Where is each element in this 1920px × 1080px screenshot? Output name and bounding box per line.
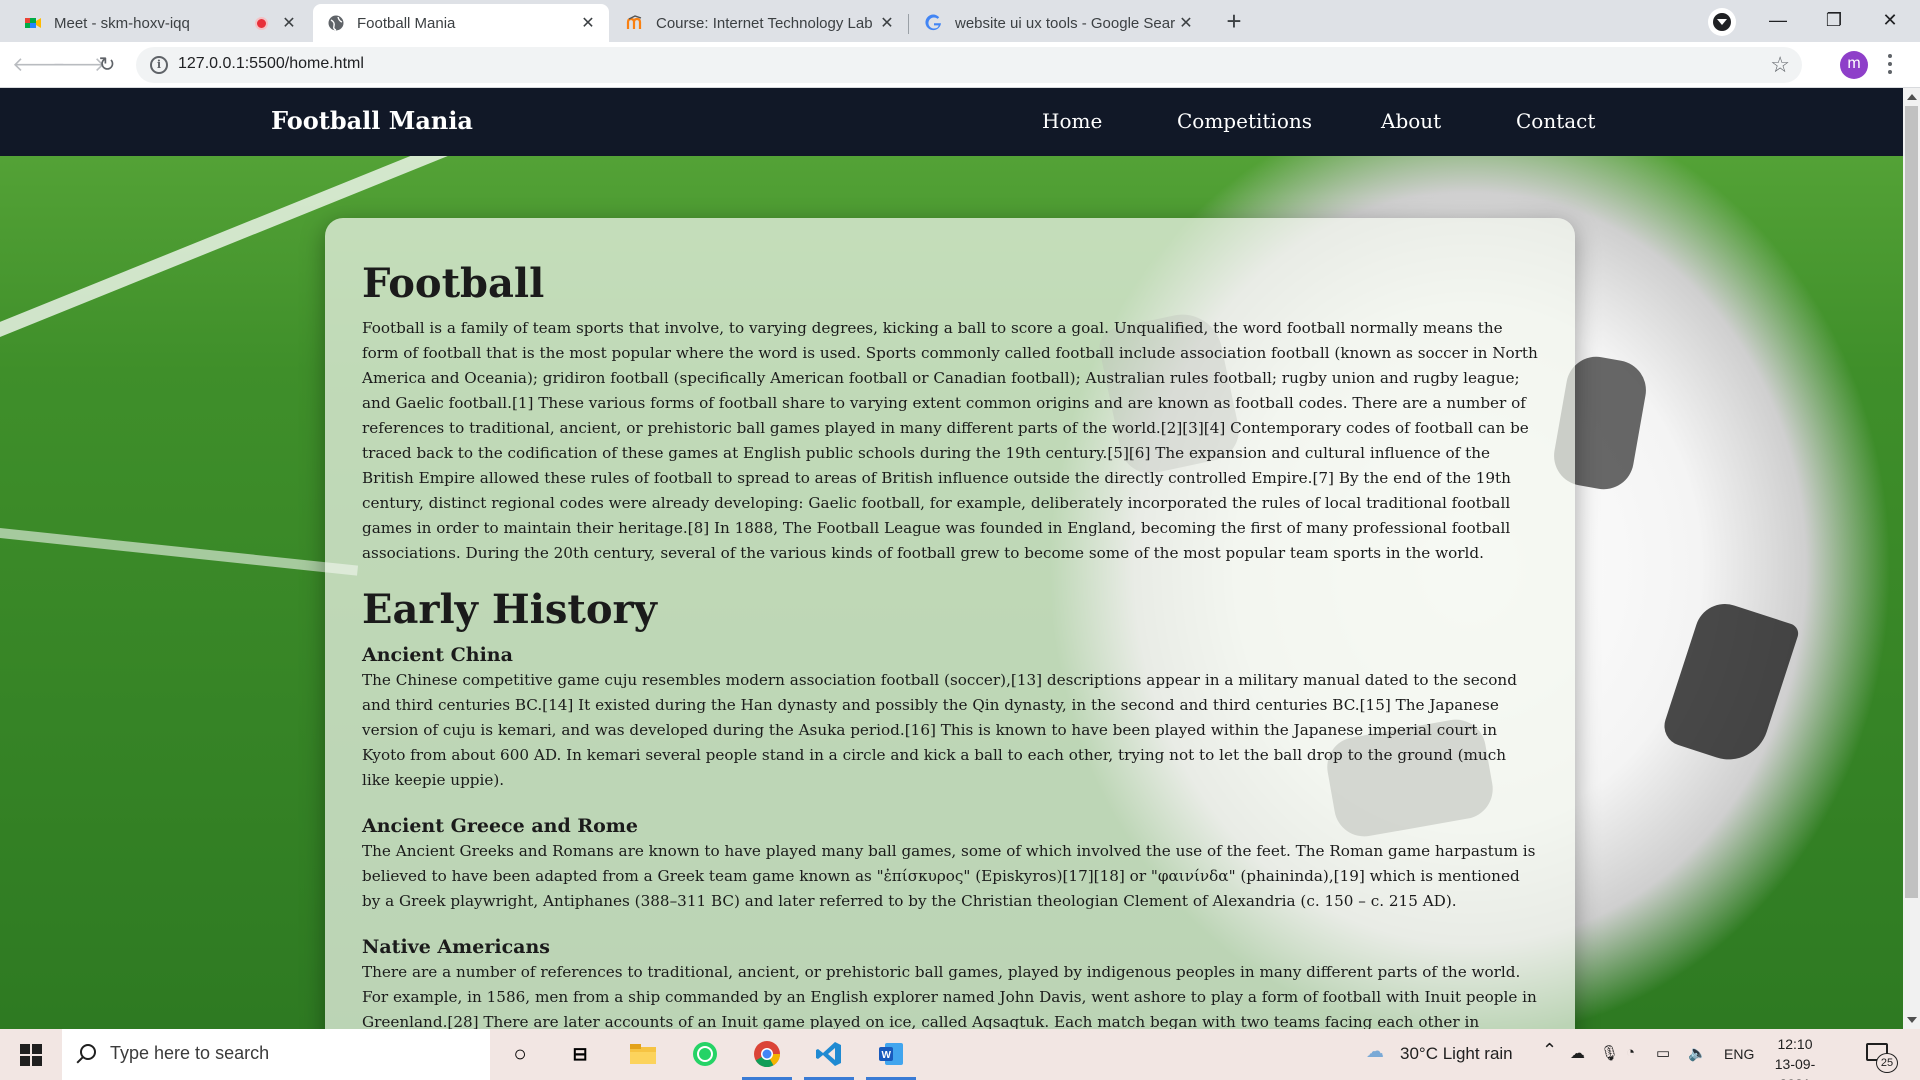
windows-taskbar: Type here to search ○ ⊟ W ☁ 30°C Light r… <box>0 1029 1920 1080</box>
tab-search-button[interactable] <box>1708 8 1736 36</box>
browser-menu-icon[interactable] <box>1886 54 1894 76</box>
new-tab-button[interactable]: + <box>1218 6 1250 38</box>
windows-logo-icon <box>20 1044 30 1054</box>
nav-link-competitions[interactable]: Competitions <box>1177 109 1312 133</box>
bookmark-star-icon[interactable]: ☆ <box>1770 52 1790 78</box>
google-meet-icon <box>25 18 41 28</box>
address-bar[interactable]: i 127.0.0.1:5500/home.html ☆ <box>136 47 1802 83</box>
close-tab-icon[interactable]: ✕ <box>579 13 597 33</box>
restore-button[interactable]: ❐ <box>1806 0 1862 40</box>
browser-toolbar: 🡐 🡒 ↻ i 127.0.0.1:5500/home.html ☆ m <box>0 42 1920 88</box>
close-tab-icon[interactable]: ✕ <box>1177 13 1195 33</box>
intro-paragraph: Football is a family of team sports that… <box>362 319 1538 562</box>
page-viewport: Football Mania Home Competitions About C… <box>0 88 1903 1029</box>
onedrive-icon[interactable]: ☁ <box>1570 1044 1585 1062</box>
nav-link-home[interactable]: Home <box>1042 109 1102 133</box>
taskbar-search-placeholder: Type here to search <box>110 1043 270 1063</box>
svg-text:W: W <box>882 1050 892 1061</box>
close-tab-icon[interactable]: ✕ <box>280 13 298 33</box>
notification-count-badge: 25 <box>1876 1053 1898 1073</box>
language-indicator[interactable]: ENG <box>1724 1046 1754 1062</box>
globe-icon <box>328 15 344 31</box>
tab-title: Course: Internet Technology Lab <box>656 14 873 32</box>
profile-avatar[interactable]: m <box>1840 51 1868 79</box>
paragraph-ancient-china: The Chinese competitive game cuju resemb… <box>362 671 1517 789</box>
start-button[interactable] <box>0 1029 62 1080</box>
tab-meet[interactable]: Meet - skm-hoxv-iqq ✕ <box>10 4 310 42</box>
search-icon <box>80 1044 96 1060</box>
weather-text[interactable]: 30°C Light rain <box>1400 1044 1513 1064</box>
article: Football Football is a family of team sp… <box>362 260 1538 1029</box>
clock[interactable]: 12:10 13-09-2021 <box>1762 1034 1828 1080</box>
show-hidden-icons-chevron-icon[interactable]: ⌃ <box>1542 1040 1557 1061</box>
scrollbar-thumb[interactable] <box>1905 106 1918 898</box>
scroll-up-arrow-icon[interactable] <box>1907 94 1917 100</box>
google-icon <box>925 14 941 31</box>
clock-date: 13-09-2021 <box>1774 1056 1816 1080</box>
cortana-icon[interactable]: ○ <box>503 1037 537 1071</box>
battery-icon[interactable]: ▭ <box>1656 1044 1670 1062</box>
windows-logo-icon <box>20 1056 30 1066</box>
microphone-icon[interactable]: 🎙 <box>1600 1044 1619 1062</box>
moodle-icon <box>626 15 642 29</box>
tab-strip: Meet - skm-hoxv-iqq ✕ Football Mania ✕ C… <box>0 0 1920 42</box>
paragraph-native-americans: There are a number of references to trad… <box>362 963 1537 1029</box>
paragraph-ancient-greece-rome: The Ancient Greeks and Romans are known … <box>362 842 1536 910</box>
tab-football-mania[interactable]: Football Mania ✕ <box>313 4 609 42</box>
tab-title: Football Mania <box>357 14 456 32</box>
wifi-icon[interactable]: ◔ <box>1626 1044 1635 1061</box>
recording-indicator-icon <box>255 16 268 30</box>
task-view-icon[interactable]: ⊟ <box>563 1037 597 1071</box>
chevron-down-icon <box>1717 19 1727 25</box>
site-navbar: Football Mania Home Competitions About C… <box>0 88 1903 156</box>
back-button[interactable]: 🡐 <box>12 50 66 80</box>
subheading-ancient-china: Ancient China <box>362 644 513 666</box>
site-brand[interactable]: Football Mania <box>271 106 473 135</box>
vscode-icon[interactable] <box>812 1037 846 1071</box>
subheading-ancient-greece-rome: Ancient Greece and Rome <box>362 815 639 837</box>
nav-link-contact[interactable]: Contact <box>1516 109 1595 133</box>
windows-logo-icon <box>32 1056 42 1066</box>
tab-title: website ui ux tools - Google Sear <box>955 14 1176 32</box>
weather-icon: ☁ <box>1366 1041 1384 1061</box>
nav-link-about[interactable]: About <box>1381 109 1441 133</box>
tab-google-search[interactable]: website ui ux tools - Google Sear ✕ <box>911 4 1207 42</box>
chrome-icon[interactable] <box>750 1037 784 1071</box>
reload-button[interactable]: ↻ <box>92 50 122 80</box>
whatsapp-icon[interactable] <box>688 1037 722 1071</box>
forward-button[interactable]: 🡒 <box>52 50 106 80</box>
page-title: Football <box>362 260 545 307</box>
close-tab-icon[interactable]: ✕ <box>878 13 896 33</box>
url-text[interactable]: 127.0.0.1:5500/home.html <box>178 55 364 73</box>
scroll-down-arrow-icon[interactable] <box>1907 1017 1917 1023</box>
section-title-early-history: Early History <box>362 586 657 633</box>
subheading-native-americans: Native Americans <box>362 936 550 958</box>
clock-time: 12:10 <box>1777 1036 1813 1052</box>
file-explorer-icon[interactable] <box>626 1037 660 1071</box>
page-scrollbar[interactable] <box>1903 88 1920 1029</box>
taskbar-search-box[interactable]: Type here to search <box>62 1029 490 1080</box>
tab-course[interactable]: Course: Internet Technology Lab ✕ <box>612 4 908 42</box>
windows-logo-icon <box>32 1044 42 1054</box>
minimize-button[interactable]: — <box>1750 0 1806 40</box>
word-icon[interactable]: W <box>874 1037 908 1071</box>
volume-icon[interactable]: 🔈 <box>1688 1044 1707 1062</box>
site-info-icon[interactable]: i <box>150 56 168 74</box>
tab-separator <box>908 14 909 34</box>
close-window-button[interactable]: ✕ <box>1862 0 1918 40</box>
tab-title: Meet - skm-hoxv-iqq <box>54 14 190 32</box>
